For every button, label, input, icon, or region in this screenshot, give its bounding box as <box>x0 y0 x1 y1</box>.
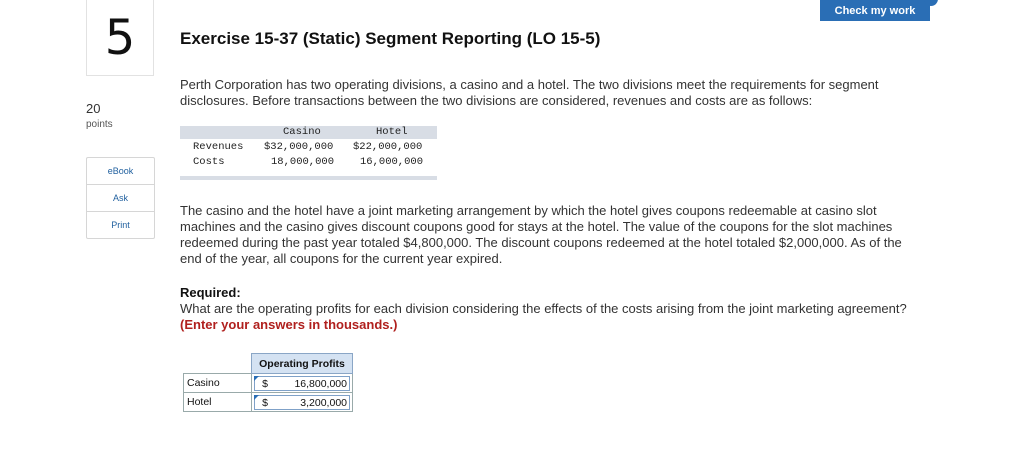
casino-profit-cell: $ 16,800,000 <box>251 373 353 393</box>
hotel-profit-input[interactable]: $ 3,200,000 <box>254 395 350 410</box>
col-header-hotel: Hotel <box>376 126 408 138</box>
table-row: Hotel $ 3,200,000 <box>183 392 353 412</box>
exercise-title: Exercise 15-37 (Static) Segment Reportin… <box>180 29 601 48</box>
intro-paragraph: Perth Corporation has two operating divi… <box>180 77 879 108</box>
required-question-text: What are the operating profits for each … <box>180 301 907 316</box>
question-number-box: 5 <box>86 0 154 76</box>
col-header-casino: Casino <box>283 126 321 138</box>
required-question: What are the operating profits for each … <box>180 301 920 333</box>
print-link[interactable]: Print <box>87 212 154 238</box>
operating-profits-table: Operating Profits Casino $ 16,800,000 Ho… <box>183 353 353 412</box>
casino-profit-value: 16,800,000 <box>294 377 347 390</box>
points-value: 20 <box>86 101 101 116</box>
check-my-work-button[interactable]: Check my work <box>820 0 930 21</box>
hotel-profit-value: 3,200,000 <box>300 396 347 409</box>
ebook-link[interactable]: eBook <box>87 158 154 185</box>
costs-hotel: 16,000,000 <box>360 156 424 168</box>
row-label-revenues: Revenues <box>193 141 244 153</box>
required-note: (Enter your answers in thousands.) <box>180 317 398 332</box>
row-label-casino: Casino <box>183 373 252 393</box>
marketing-paragraph: The casino and the hotel have a joint ma… <box>180 203 902 266</box>
table-footer-bar <box>180 176 437 180</box>
revenues-casino: $32,000,000 <box>264 141 334 153</box>
hotel-profit-cell: $ 3,200,000 <box>251 392 353 412</box>
revenue-cost-table: Casino Hotel Revenues $32,000,000 $22,00… <box>180 126 437 181</box>
row-label-hotel: Hotel <box>183 392 252 412</box>
question-tools: eBook Ask Print <box>86 157 155 239</box>
question-number: 5 <box>104 9 136 66</box>
points-label: points <box>86 119 113 130</box>
answer-flag-icon <box>254 395 259 400</box>
answer-flag-icon <box>254 376 259 381</box>
ask-link[interactable]: Ask <box>87 185 154 212</box>
operating-profits-header: Operating Profits <box>251 353 353 374</box>
revenues-hotel: $22,000,000 <box>353 141 423 153</box>
casino-profit-input[interactable]: $ 16,800,000 <box>254 376 350 391</box>
required-heading: Required: <box>180 285 241 300</box>
table-row: Casino $ 16,800,000 <box>183 373 353 393</box>
costs-casino: 18,000,000 <box>271 156 335 168</box>
row-label-costs: Costs <box>193 156 225 168</box>
